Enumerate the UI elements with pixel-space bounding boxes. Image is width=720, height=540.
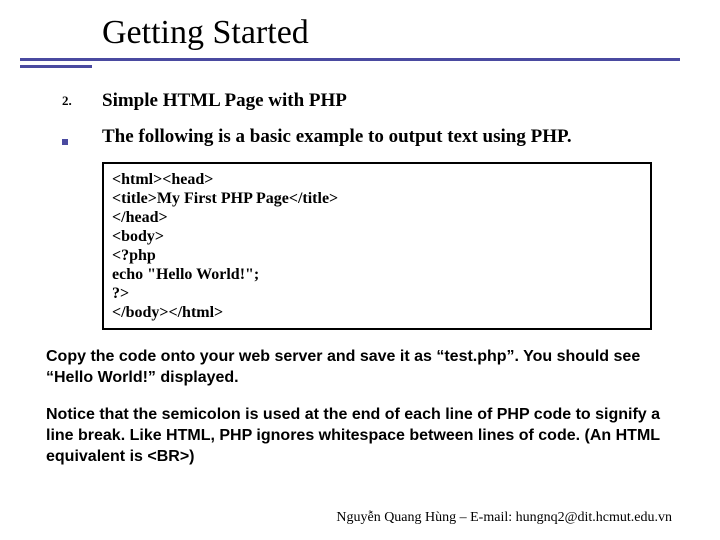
- slide: Getting Started 2. Simple HTML Page with…: [0, 0, 720, 540]
- code-line: <html><head>: [112, 170, 642, 189]
- square-bullet-icon: [62, 139, 68, 145]
- rule-long: [20, 58, 680, 61]
- footer-author: Nguyễn Quang Hùng – E-mail: hungnq2@dit.…: [336, 510, 672, 526]
- code-line: <body>: [112, 227, 642, 246]
- title-area: Getting Started: [0, 0, 720, 68]
- code-line: </head>: [112, 208, 642, 227]
- list-item: 2. Simple HTML Page with PHP: [0, 90, 720, 112]
- content-area: 2. Simple HTML Page with PHP The followi…: [0, 90, 720, 467]
- rule-short: [20, 65, 92, 68]
- list-item: The following is a basic example to outp…: [0, 126, 720, 148]
- paragraph: Copy the code onto your web server and s…: [46, 346, 672, 388]
- code-line: echo "Hello World!";: [112, 265, 642, 284]
- code-line: </body></html>: [112, 303, 642, 322]
- code-line: ?>: [112, 284, 642, 303]
- code-box: <html><head> <title>My First PHP Page</t…: [102, 162, 652, 330]
- item-heading: Simple HTML Page with PHP: [102, 90, 720, 112]
- paragraph: Notice that the semicolon is used at the…: [46, 404, 672, 467]
- item-number: 2.: [0, 90, 102, 112]
- code-line: <?php: [112, 246, 642, 265]
- code-line: <title>My First PHP Page</title>: [112, 189, 642, 208]
- bullet-icon: [0, 126, 102, 148]
- slide-title: Getting Started: [102, 14, 720, 52]
- item-description: The following is a basic example to outp…: [102, 126, 720, 148]
- title-rules: [0, 58, 720, 68]
